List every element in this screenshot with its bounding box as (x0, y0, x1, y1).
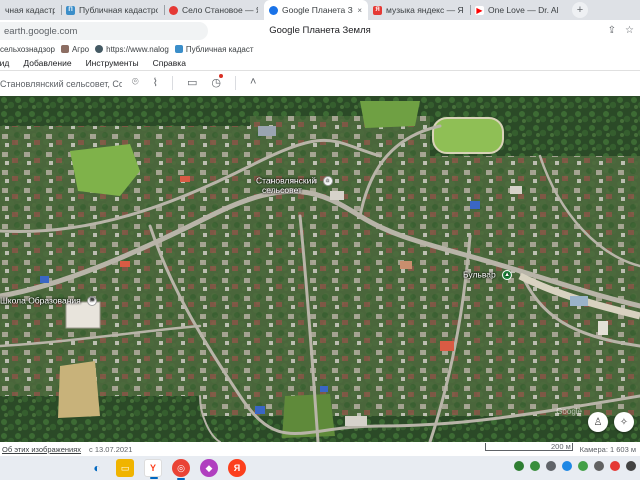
placemark-icon[interactable]: ⌾ (132, 76, 139, 90)
toolbar-divider (235, 76, 236, 90)
history-icon[interactable]: ◷ (211, 74, 223, 90)
yandex-maps-favicon-icon (169, 5, 178, 15)
yandex-browser-icon[interactable]: Y (144, 459, 162, 479)
page-title: Google Планета Земля (269, 25, 371, 36)
kadastr-favicon-icon: П (66, 5, 75, 15)
search-input[interactable]: Становлянский сельсовет, Сове (0, 75, 122, 93)
edge-icon[interactable]: ◐ (88, 459, 106, 477)
earth-toolbar: Становлянский сельсовет, Сове ⌾ ⌇ ▭ ◷ ˄ (0, 72, 640, 96)
tab-one-love[interactable]: ▶ One Love — Dr. Al (470, 0, 566, 20)
imagery-date: с 13.07.2021 (89, 444, 133, 454)
menu-help[interactable]: Справка (153, 58, 186, 68)
tab-label: Публичная кадастрова (79, 5, 158, 15)
new-tab-button[interactable]: + (572, 2, 588, 18)
compass-icon[interactable]: ✧ (614, 412, 634, 432)
agro-favicon-icon (60, 45, 69, 53)
tray-app-icon[interactable] (514, 461, 524, 471)
tab-label: Село Становое — Янде (182, 5, 258, 15)
tab-label: чная кадастровая (5, 5, 55, 15)
earth-status-bar: Об этих изображениях с 13.07.2021 200 м … (0, 442, 640, 456)
youtube-favicon-icon: ▶ (475, 5, 484, 15)
kadastr-favicon-icon (174, 45, 183, 53)
collapse-chevron-icon[interactable]: ˄ (250, 76, 256, 90)
file-explorer-icon[interactable]: ▭ (116, 459, 134, 477)
address-bar[interactable]: earth.google.com (0, 22, 208, 40)
bookmark-selhoznadzor[interactable]: сельхознадзор (0, 45, 55, 54)
close-tab-icon[interactable]: × (357, 6, 362, 15)
selsovet-label-line1: Становлянский (256, 175, 317, 186)
tray-app-icon[interactable] (546, 461, 556, 471)
selsovet-label-line2: сельсовет (262, 185, 302, 195)
tray-app-icon[interactable] (530, 461, 540, 471)
tray-app-icon[interactable] (578, 461, 588, 471)
street-view-pegman-icon[interactable]: ♙ (588, 412, 608, 432)
address-actions: ⇪ ☆ (608, 25, 634, 36)
menu-tools[interactable]: Инструменты (86, 58, 139, 68)
bookmark-label: https://www.nalog (106, 44, 169, 54)
url-text: earth.google.com (4, 25, 78, 37)
satellite-imagery (0, 96, 640, 442)
toolbar-icons: ⌾ ⌇ ▭ ◷ ˄ (132, 74, 256, 90)
bookmark-kadastr[interactable]: Публичная кадаст (174, 44, 254, 54)
yandex-icon[interactable]: Я (228, 459, 246, 477)
earth-menu-bar: Вид Добавление Инструменты Справка (0, 56, 640, 71)
google-watermark: Google (556, 407, 582, 416)
system-tray (514, 461, 636, 471)
tab-label: музыка яндекс — Янде (386, 5, 464, 15)
bookmarks-bar: сельхознадзор Агро https://www.nalog Пуб… (0, 42, 640, 56)
building-pin-icon[interactable]: ⌂ (322, 176, 333, 186)
school-label[interactable]: Школа Образования ⚑ (0, 295, 98, 306)
tab-kadastr-2[interactable]: П Публичная кадастрова (61, 0, 164, 20)
selsovet-label[interactable]: Становлянский ⌂ сельсовет (256, 176, 333, 195)
bookmark-label: Публичная кадаст (185, 44, 254, 54)
tray-app-icon[interactable] (562, 461, 572, 471)
star-icon[interactable]: ☆ (625, 25, 634, 36)
chrome-icon[interactable]: ◎ (172, 459, 190, 480)
boulevard-label[interactable]: Бульвар ▲ (463, 269, 513, 280)
toolbar-divider (171, 76, 173, 90)
tray-app-icon[interactable] (610, 461, 620, 471)
tab-label: Google Планета Земля (282, 5, 353, 15)
satellite-map[interactable]: Становлянский ⌂ сельсовет Школа Образова… (0, 96, 640, 442)
camera-altitude: Камера: 1 603 м (579, 445, 636, 454)
about-imagery-link[interactable]: Об этих изображениях (2, 445, 81, 454)
menu-view[interactable]: Вид (0, 58, 9, 68)
scale-label: 200 м (551, 442, 571, 451)
tray-app-icon[interactable] (626, 461, 636, 471)
tab-label: One Love — Dr. Al (488, 5, 559, 15)
path-icon[interactable]: ⌇ (153, 76, 158, 90)
share-icon[interactable]: ⇪ (608, 25, 616, 36)
tab-google-earth[interactable]: Google Планета Земля × (264, 0, 368, 20)
tab-selo-stanovoe[interactable]: Село Становое — Янде (164, 0, 264, 20)
windows-taskbar: ◐ ▭ Y ◎ ◆ Я (0, 456, 640, 480)
park-pin-icon[interactable]: ▲ (502, 270, 513, 280)
tray-app-icon[interactable] (594, 461, 604, 471)
google-earth-favicon-icon (269, 5, 278, 15)
boulevard-label-text: Бульвар (463, 269, 496, 280)
bookmark-agro[interactable]: Агро (60, 44, 90, 54)
yandex-favicon-icon: Я (373, 5, 382, 15)
media-app-icon[interactable]: ◆ (200, 459, 218, 477)
bookmark-nalog[interactable]: https://www.nalog (95, 45, 169, 54)
bookmark-label: Агро (71, 44, 90, 54)
ruler-icon[interactable]: ▭ (187, 76, 197, 90)
search-value: Становлянский сельсовет, Сове (0, 79, 122, 89)
browser-tab-strip: чная кадастровая П Публичная кадастрова … (0, 0, 640, 20)
school-pin-icon[interactable]: ⚑ (87, 296, 98, 306)
tab-kadastr-1[interactable]: чная кадастровая (0, 0, 61, 20)
address-row: earth.google.com Google Планета Земля ⇪ … (0, 20, 640, 42)
nalog-favicon-icon (95, 45, 104, 53)
tab-yandex-music[interactable]: Я музыка яндекс — Янде (368, 0, 470, 20)
bookmark-label: сельхознадзор (0, 44, 55, 54)
school-label-text: Школа Образования (0, 295, 81, 306)
menu-add[interactable]: Добавление (23, 58, 71, 68)
